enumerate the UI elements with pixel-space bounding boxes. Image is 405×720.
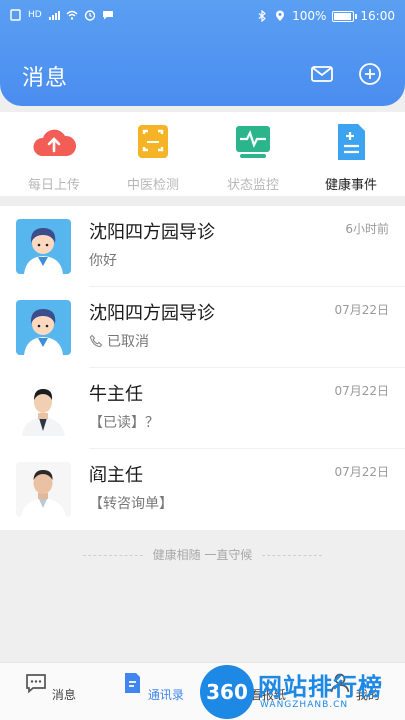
page-title: 消息 <box>22 66 69 91</box>
slogan-line-right <box>262 555 323 556</box>
slogan-line-left <box>82 555 143 556</box>
avatar <box>16 462 71 517</box>
watermark-title: 网站排行榜 <box>258 673 383 701</box>
watermark-badge: 360 <box>200 665 254 719</box>
status-left: HD <box>10 9 114 21</box>
status-right: 100% 16:00 <box>256 9 395 23</box>
avatar <box>16 381 71 436</box>
list-item[interactable]: 沈阳四方园导诊 你好 6小时前 <box>0 206 405 287</box>
tab-contacts[interactable]: 通讯录 <box>112 671 192 703</box>
sim-icon <box>10 9 21 21</box>
cartoon-doctor-icon <box>16 219 71 274</box>
message-status-icon <box>102 11 113 20</box>
alarm-icon <box>84 10 95 21</box>
status-bar: HD 100% 16:00 <box>0 0 405 32</box>
chat-icon <box>26 674 46 694</box>
tab-messages[interactable]: 消息 <box>10 671 90 703</box>
section-divider <box>0 198 405 206</box>
message-time: 07月22日 <box>334 465 389 479</box>
document-add-icon <box>338 124 365 160</box>
watermark: 360 网站排行榜 WANGZHANB.CN <box>200 663 405 720</box>
battery-percent: 100% <box>292 9 327 23</box>
list-item[interactable]: 沈阳四方园导诊 已取消 07月22日 <box>0 287 405 368</box>
contacts-icon <box>125 673 141 693</box>
contact-name: 阎主任 <box>89 465 143 486</box>
message-time: 6小时前 <box>345 222 389 236</box>
tab-label: 消息 <box>51 688 76 702</box>
list-item[interactable]: 阎主任 【转咨询单】 07月22日 <box>0 449 405 530</box>
contact-name: 牛主任 <box>89 384 143 405</box>
location-icon <box>276 10 285 21</box>
bluetooth-icon <box>258 10 267 22</box>
wifi-icon <box>66 10 78 20</box>
doctor-photo-icon <box>16 462 71 517</box>
message-preview: 【已读】？ <box>89 415 159 431</box>
quick-daily-upload[interactable]: 每日上传 <box>9 122 99 193</box>
avatar <box>16 300 71 355</box>
heart-monitor-icon <box>236 126 270 158</box>
add-circle-icon[interactable] <box>358 62 382 86</box>
cartoon-doctor-icon <box>16 300 71 355</box>
quick-label: 状态监控 <box>226 178 279 193</box>
battery-level <box>334 12 352 20</box>
message-preview-wrap: 已取消 <box>89 331 149 351</box>
quick-health-event[interactable]: 健康事件 <box>306 122 396 193</box>
quick-tcm-test[interactable]: 中医检测 <box>108 122 198 193</box>
message-preview: 【转咨询单】 <box>89 496 173 512</box>
header-bar: HD 100% 16:00 消息 <box>0 0 405 106</box>
list-item[interactable]: 牛主任 【已读】？ 07月22日 <box>0 368 405 449</box>
mail-icon[interactable] <box>310 62 334 86</box>
doctor-photo-icon <box>16 381 71 436</box>
slogan-text: 健康相随 一直守候 <box>152 548 253 562</box>
message-time: 07月22日 <box>334 303 389 317</box>
signal-icon <box>48 11 60 20</box>
contact-name: 沈阳四方园导诊 <box>89 222 215 243</box>
quick-label: 中医检测 <box>126 178 179 193</box>
clock: 16:00 <box>360 9 395 23</box>
network-label: HD <box>28 10 42 20</box>
message-time: 07月22日 <box>334 384 389 398</box>
phone-icon <box>89 334 103 348</box>
message-list: 沈阳四方园导诊 你好 6小时前 沈阳四方园导诊 已取消 07月22日 牛主任 【… <box>0 206 405 530</box>
slogan: 健康相随 一直守候 <box>0 546 405 563</box>
avatar <box>16 219 71 274</box>
face-scan-icon <box>138 125 168 158</box>
tab-label: 通讯录 <box>147 688 184 702</box>
battery-icon <box>332 10 358 22</box>
cloud-upload-icon <box>33 129 77 156</box>
contact-name: 沈阳四方园导诊 <box>89 303 215 324</box>
watermark-subtitle: WANGZHANB.CN <box>260 700 349 710</box>
quick-status-monitor[interactable]: 状态监控 <box>208 122 298 193</box>
message-preview: 已取消 <box>107 334 149 350</box>
quick-label: 每日上传 <box>27 178 80 193</box>
quick-label: 健康事件 <box>324 178 377 193</box>
message-preview: 你好 <box>89 253 117 269</box>
quick-actions: 每日上传 中医检测 状态监控 健康事件 <box>0 112 405 196</box>
